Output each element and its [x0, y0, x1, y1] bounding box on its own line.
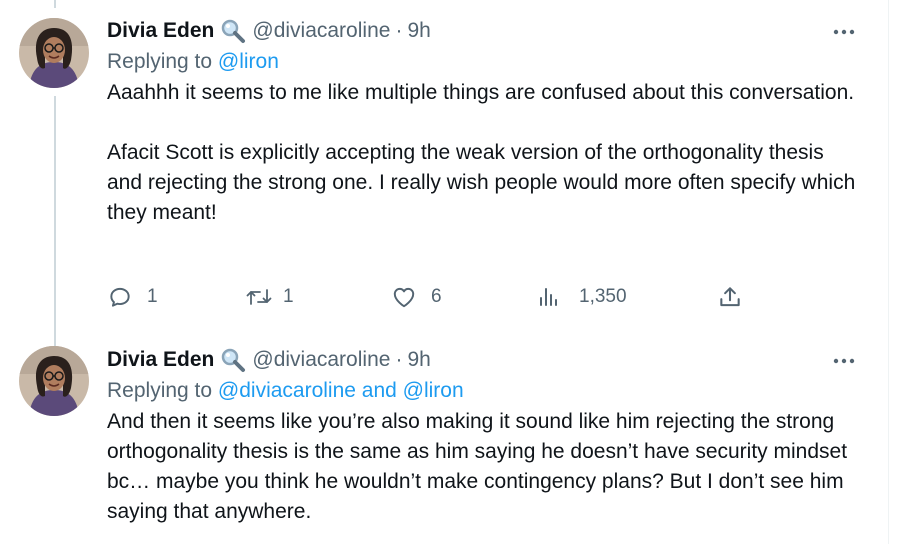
magnifying-glass-emoji-icon: [220, 347, 246, 373]
replying-to-link[interactable]: @diviacaroline and @liron: [218, 379, 464, 402]
bar-chart-icon: [537, 284, 561, 310]
views-button[interactable]: 1,350: [537, 279, 627, 315]
tweet-text: Aaahhh it seems to me like multiple thin…: [107, 78, 858, 228]
magnifying-glass-emoji-icon: [220, 18, 246, 44]
more-dots-icon[interactable]: [830, 349, 858, 373]
avatar[interactable]: [19, 18, 89, 88]
reply-button[interactable]: 1: [107, 279, 158, 315]
replying-to-link[interactable]: @liron: [218, 50, 279, 73]
share-upload-icon: [717, 284, 743, 310]
avatar[interactable]: [19, 346, 89, 416]
separator-dot: ·: [395, 19, 403, 42]
repost-arrows-icon: [245, 284, 273, 310]
tweet-paragraph: Afacit Scott is explicitly accepting the…: [107, 141, 856, 224]
reply-bubble-icon: [107, 284, 133, 310]
repost-button[interactable]: 1: [245, 279, 294, 315]
replying-to: Replying to @liron: [107, 46, 858, 78]
column-border: [888, 0, 889, 544]
timestamp[interactable]: 9h: [407, 348, 430, 372]
repost-count: 1: [283, 286, 294, 307]
author-name[interactable]: Divia Eden: [107, 348, 214, 372]
replying-to: Replying to @diviacaroline and @liron: [107, 375, 858, 407]
author-handle[interactable]: @diviacaroline: [252, 348, 390, 372]
author-handle[interactable]: @diviacaroline: [252, 19, 390, 43]
like-button[interactable]: 6: [391, 279, 442, 315]
timestamp[interactable]: 9h: [407, 19, 430, 43]
views-count: 1,350: [579, 286, 627, 307]
author-name[interactable]: Divia Eden: [107, 19, 214, 43]
replying-to-prefix: Replying to: [107, 379, 218, 402]
tweet[interactable]: Divia Eden @diviacaroline · 9h Replying …: [0, 0, 888, 335]
share-button[interactable]: [717, 279, 743, 315]
tweet-text: And then it seems like you’re also makin…: [107, 407, 858, 527]
tweet-paragraph: Aaahhh it seems to me like multiple thin…: [107, 81, 855, 104]
like-count: 6: [431, 286, 442, 307]
tweet-actions: 1 1 6 1,350: [107, 279, 747, 315]
reply-count: 1: [147, 286, 158, 307]
tweet-header: Divia Eden @diviacaroline · 9h: [107, 16, 858, 46]
more-dots-icon[interactable]: [830, 20, 858, 44]
tweet[interactable]: Divia Eden @diviacaroline · 9h Replying …: [0, 335, 888, 544]
tweet-header: Divia Eden @diviacaroline · 9h: [107, 345, 858, 375]
tweet-paragraph: And then it seems like you’re also makin…: [107, 410, 848, 523]
heart-icon: [391, 284, 417, 310]
replying-to-prefix: Replying to: [107, 50, 218, 73]
separator-dot: ·: [395, 348, 403, 371]
